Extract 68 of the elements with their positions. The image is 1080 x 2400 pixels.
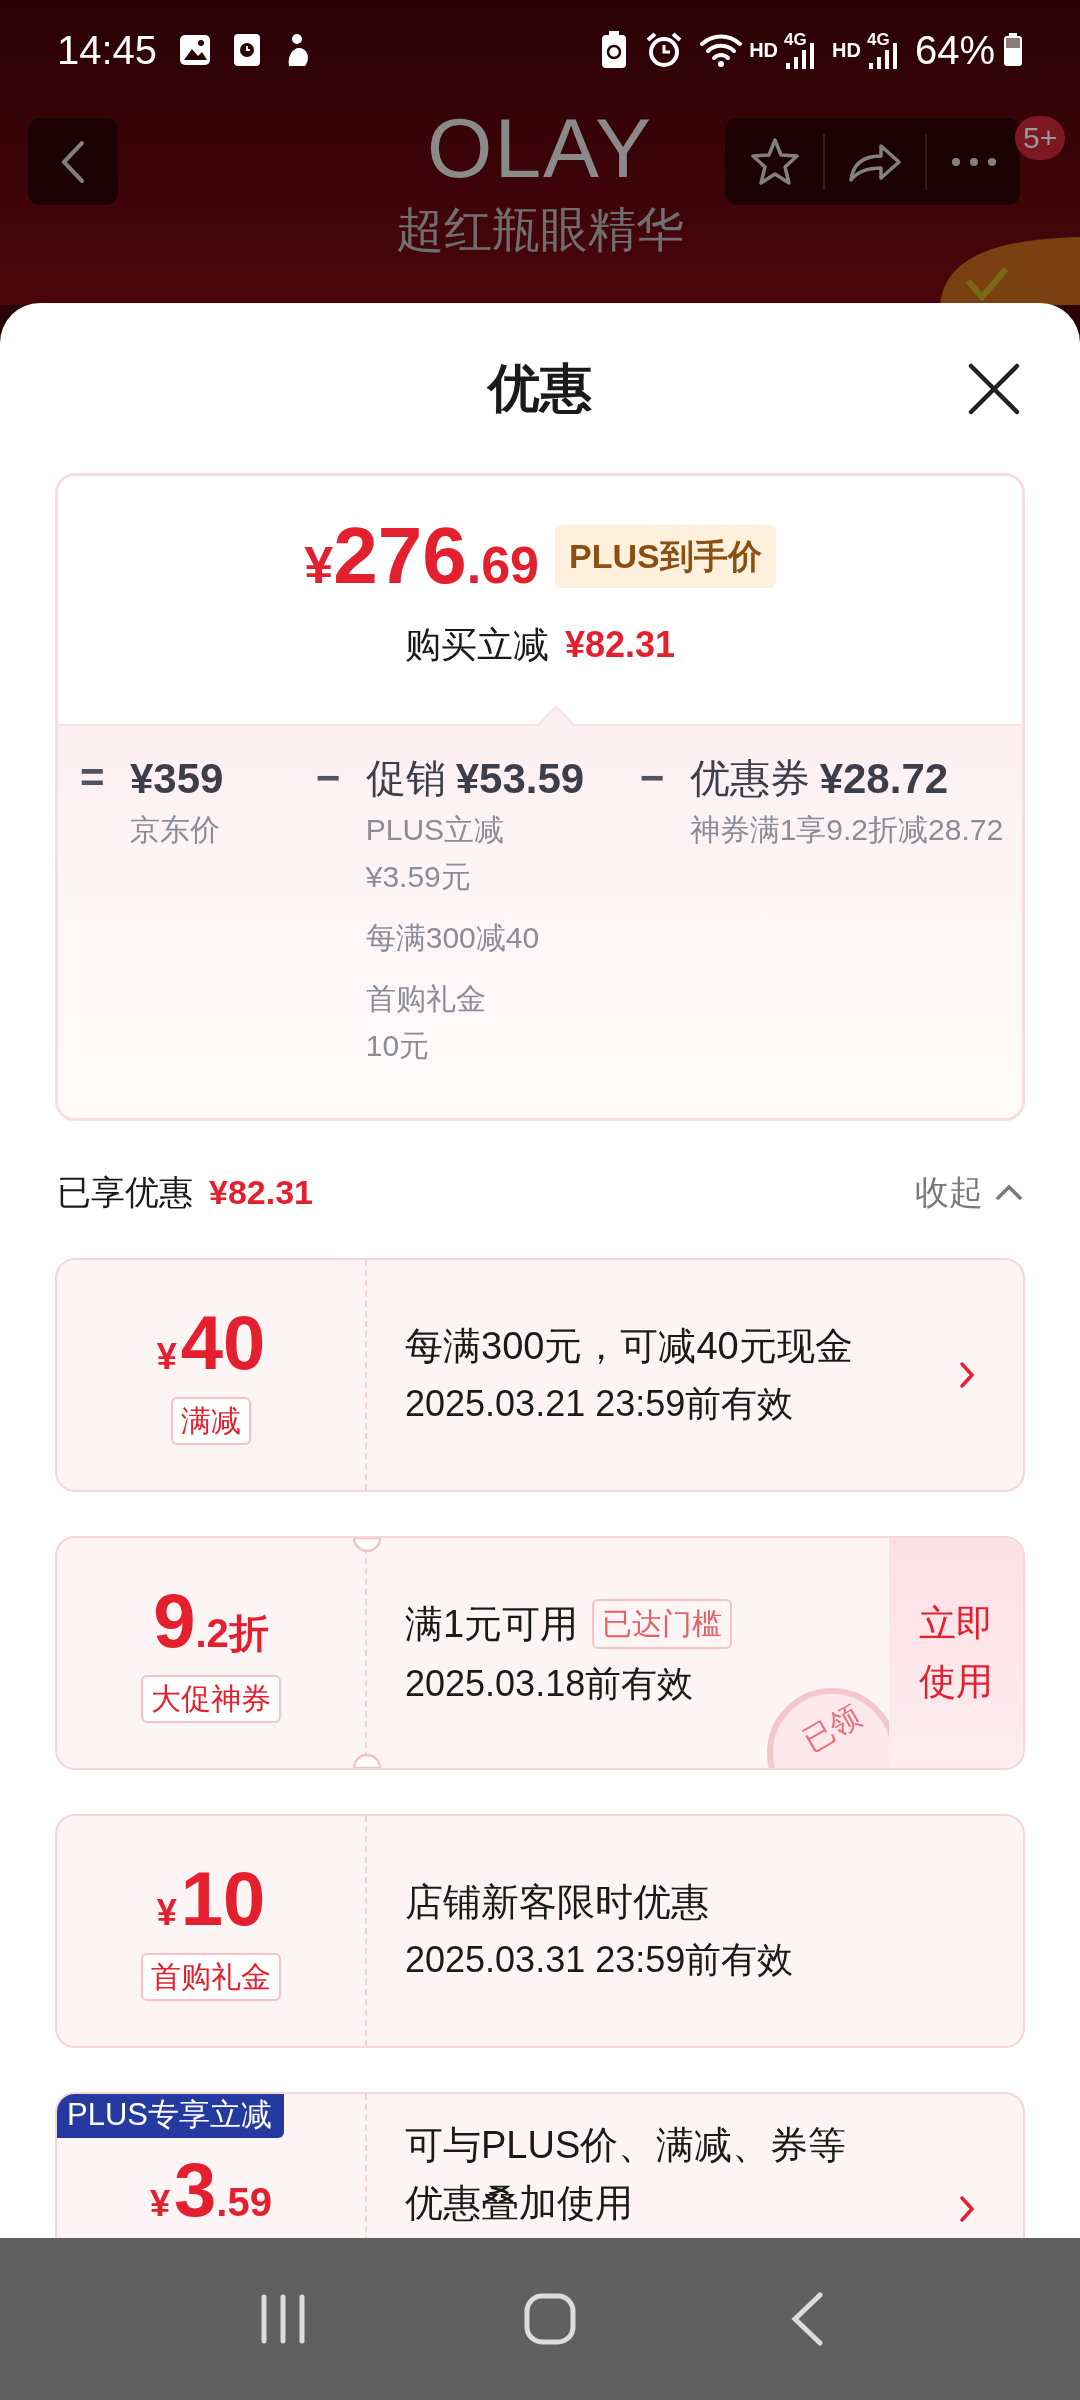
operator-sign: = xyxy=(80,753,106,803)
wifi-icon xyxy=(699,32,744,68)
coupon-type-tag: 满减 xyxy=(171,1397,251,1445)
battery-icon xyxy=(1003,33,1023,67)
network-label: HD xyxy=(749,38,779,63)
calendar-clock-icon xyxy=(233,33,262,67)
coupon-amount: ¥10 xyxy=(156,1861,266,1937)
coupon-card[interactable]: ¥3.59 PLUS专享立减 可与PLUS价、满减、券等优惠叠加使用 xyxy=(55,2092,1025,2238)
reduce-label: 购买立减 xyxy=(404,623,549,667)
claimed-stamp: 已领 xyxy=(767,1688,889,1768)
coupon-card[interactable]: 9.2折 大促神券 满1元可用 已达门槛 2025.03.18前有效 已领 立即使用 xyxy=(55,1536,1025,1770)
chevron-up-icon xyxy=(995,1183,1023,1201)
battery-level: 64% xyxy=(914,27,995,74)
breakdown-note: 神券满1享9.2折减28.72 xyxy=(689,812,1005,848)
star-icon[interactable] xyxy=(749,136,801,187)
coupon-card[interactable]: ¥10 首购礼金 店铺新客限时优惠 2025.03.31 23:59前有效 xyxy=(55,1814,1025,2048)
operator-sign: − xyxy=(639,753,666,803)
plus-price-tag: PLUS到手价 xyxy=(555,525,776,588)
breakdown-amount: ¥359 xyxy=(130,753,224,804)
product-subtitle: 超红瓶眼精华 xyxy=(396,206,684,254)
use-now-button[interactable]: 立即使用 xyxy=(889,1538,1023,1768)
coupon-amount: 9.2折 xyxy=(153,1583,269,1659)
notification-badge: 5+ xyxy=(1015,116,1066,160)
coupon-validity: 2025.03.18前有效 xyxy=(405,1662,695,1706)
breakdown-note: PLUS立减 ¥3.59元 xyxy=(365,812,506,895)
coupon-type-tag: 大促神券 xyxy=(141,1675,281,1723)
final-price: ¥276.69 xyxy=(304,516,539,596)
image-icon xyxy=(179,34,212,66)
battery-saver-icon xyxy=(601,31,628,69)
breakdown-note: 每满300减40 xyxy=(365,920,541,956)
coupon-type-tag: 首购礼金 xyxy=(141,1953,281,2001)
back-icon xyxy=(60,139,86,184)
breakdown-amount: ¥53.59 xyxy=(455,753,585,804)
reduce-amount: ¥82.31 xyxy=(564,623,676,667)
plus-exclusive-label: PLUS专享立减 xyxy=(57,2094,284,2138)
back-icon[interactable] xyxy=(789,2292,824,2346)
sheet-title: 优惠 xyxy=(488,358,592,418)
breakdown-note: 京东价 xyxy=(130,812,221,848)
chevron-right-icon[interactable] xyxy=(959,1361,975,1389)
coupon-description: 每满300元，可减40元现金 xyxy=(405,1324,854,1369)
network-type: 4G xyxy=(784,29,807,51)
coupon-validity: 2025.03.31 23:59前有效 xyxy=(405,1938,795,1982)
coupon-description: 店铺新客限时优惠 xyxy=(405,1880,710,1925)
breakdown-label: 优惠券 xyxy=(689,755,810,802)
coupon-description: 可与PLUS价、满减、券等优惠叠加使用 xyxy=(405,2123,848,2226)
home-icon[interactable] xyxy=(523,2292,577,2346)
network-type: 4G xyxy=(866,29,890,51)
savings-label: 已享优惠 xyxy=(57,1171,193,1213)
clock-time: 14:45 xyxy=(57,27,158,74)
coupon-amount: ¥3.59 xyxy=(150,2152,272,2228)
alarm-icon xyxy=(645,31,684,69)
savings-amount: ¥82.31 xyxy=(209,1171,313,1213)
coupon-card[interactable]: ¥40 满减 每满300元，可减40元现金 2025.03.21 23:59前有效 xyxy=(55,1258,1025,1492)
brand-logo: OLAY xyxy=(427,106,653,190)
network-label: HD xyxy=(832,38,861,63)
close-icon[interactable] xyxy=(968,363,1020,415)
collapse-toggle[interactable]: 收起 xyxy=(915,1166,1023,1218)
chevron-right-icon[interactable] xyxy=(959,2195,975,2223)
threshold-badge: 已达门槛 xyxy=(592,1599,733,1649)
breakdown-amount: ¥28.72 xyxy=(819,753,949,804)
coupon-validity: 2025.03.21 23:59前有效 xyxy=(405,1382,795,1426)
coupon-amount: ¥40 xyxy=(156,1305,266,1381)
more-icon[interactable] xyxy=(951,156,997,167)
breakdown-label: 促销 xyxy=(365,755,446,802)
back-button[interactable] xyxy=(28,118,118,205)
coupon-description: 满1元可用 xyxy=(405,1602,579,1647)
breakdown-note: 首购礼金 10元 xyxy=(365,981,487,1064)
operator-sign: − xyxy=(315,753,342,803)
